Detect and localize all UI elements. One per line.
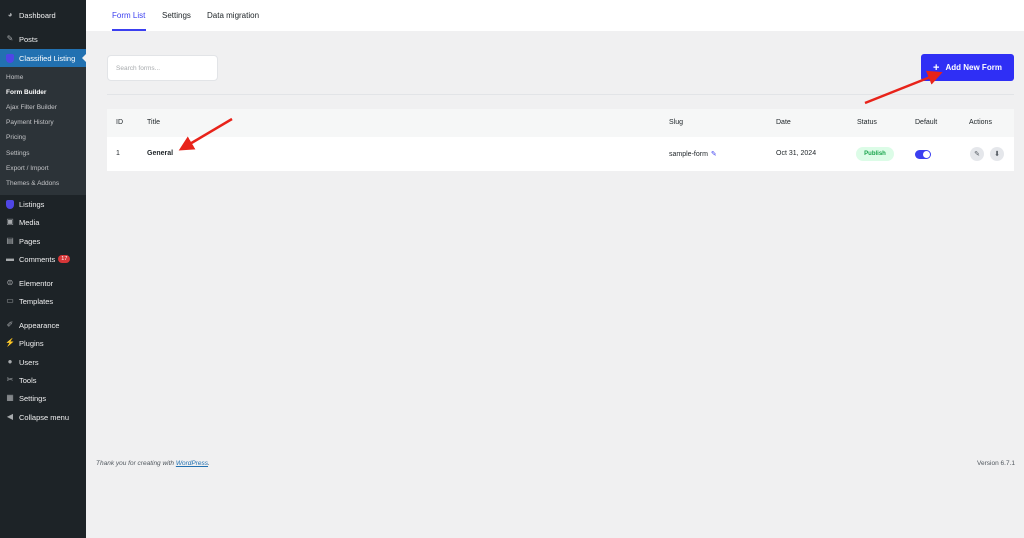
menu-plugins[interactable]: ⚡ Plugins <box>0 334 86 352</box>
user-icon: ● <box>7 357 13 366</box>
wordpress-link[interactable]: WordPress <box>176 460 208 467</box>
menu-label: Plugins <box>19 338 44 348</box>
menu-comments[interactable]: ▬ Comments 17 <box>0 250 86 268</box>
menu-posts[interactable]: ✎ Posts <box>0 30 86 48</box>
toggle-knob <box>923 151 930 158</box>
row-slug: sample-form ✎ <box>669 150 717 158</box>
submenu-settings[interactable]: Settings <box>6 150 30 157</box>
shield-icon <box>5 53 15 63</box>
menu-tools[interactable]: ✂ Tools <box>0 371 86 389</box>
menu-label: Pages <box>19 236 41 246</box>
menu-label: Templates <box>19 296 54 306</box>
submenu-ajax-filter-builder[interactable]: Ajax Filter Builder <box>6 104 57 111</box>
menu-label: Comments <box>19 254 56 264</box>
table-row: 1 General sample-form ✎ Oct 31, 2024 Publ… <box>107 137 1014 171</box>
footer-thanks-prefix: Thank you for creating with <box>96 460 176 467</box>
col-slug: Slug <box>669 119 684 126</box>
menu-label: Dashboard <box>19 10 56 20</box>
plugin-icon: ⚡ <box>5 338 15 347</box>
row-title-link[interactable]: General <box>147 150 173 157</box>
menu-dashboard[interactable]: ◕ Dashboard <box>0 6 86 24</box>
submenu-pricing[interactable]: Pricing <box>6 134 26 141</box>
admin-sidebar: ◕ Dashboard ✎ Posts Classified Listing H… <box>0 0 86 538</box>
menu-classified-listing[interactable]: Classified Listing <box>0 49 86 67</box>
menu-pages[interactable]: ▤ Pages <box>0 232 86 250</box>
edit-slug-icon[interactable]: ✎ <box>711 151 717 158</box>
footer-version: Version 6.7.1 <box>977 460 1015 467</box>
divider <box>107 94 1014 95</box>
tab-form-list[interactable]: Form List <box>112 11 145 20</box>
menu-label: Media <box>19 217 40 227</box>
footer-thanks-suffix: . <box>208 460 210 467</box>
active-tab-indicator <box>112 29 146 31</box>
brush-icon: ✐ <box>6 320 14 329</box>
submenu-export-import[interactable]: Export / Import <box>6 165 49 172</box>
col-default: Default <box>915 119 938 126</box>
status-badge: Publish <box>856 147 894 161</box>
menu-label: Settings <box>19 393 47 403</box>
edit-form-icon[interactable]: ✎ <box>970 147 984 161</box>
menu-label: Appearance <box>19 320 60 330</box>
collapse-icon: ◀ <box>6 412 14 421</box>
menu-elementor[interactable]: ⊜ Elementor <box>0 274 86 292</box>
row-id: 1 <box>116 150 120 157</box>
submenu-home[interactable]: Home <box>6 74 23 81</box>
pages-icon: ▤ <box>6 236 14 245</box>
shield-icon <box>5 199 15 209</box>
table-header: ID Title Slug Date Status Default Action… <box>107 109 1014 137</box>
menu-media[interactable]: ▣ Media <box>0 213 86 231</box>
menu-templates[interactable]: ▭ Templates <box>0 292 86 310</box>
tab-data-migration[interactable]: Data migration <box>207 11 259 20</box>
media-icon: ▣ <box>6 217 14 226</box>
submenu-form-builder[interactable]: Form Builder <box>6 89 46 96</box>
menu-label: Posts <box>19 34 38 44</box>
plus-icon: + <box>933 61 940 74</box>
menu-listings[interactable]: Listings <box>0 195 86 213</box>
elementor-icon: ⊜ <box>6 278 14 287</box>
col-date: Date <box>776 119 791 126</box>
folder-icon: ▭ <box>6 296 14 305</box>
add-new-form-button[interactable]: + Add New Form <box>921 54 1014 81</box>
submenu-payment-history[interactable]: Payment History <box>6 119 54 126</box>
comments-count-badge: 17 <box>58 255 71 263</box>
col-actions: Actions <box>969 119 992 126</box>
menu-users[interactable]: ● Users <box>0 353 86 371</box>
menu-collapse[interactable]: ◀ Collapse menu <box>0 408 86 426</box>
col-id: ID <box>116 119 123 126</box>
submenu-themes-addons[interactable]: Themes & Addons <box>6 180 59 187</box>
menu-settings[interactable]: ▦ Settings <box>0 389 86 407</box>
menu-label: Tools <box>19 375 37 385</box>
menu-label: Users <box>19 357 39 367</box>
default-toggle[interactable] <box>915 150 931 159</box>
forms-table: ID Title Slug Date Status Default Action… <box>107 109 1014 171</box>
classified-listing-submenu: Home Form Builder Ajax Filter Builder Pa… <box>0 67 86 195</box>
menu-label: Classified Listing <box>19 53 76 63</box>
tab-settings[interactable]: Settings <box>162 11 191 20</box>
menu-label: Listings <box>19 199 45 209</box>
dashboard-icon: ◕ <box>7 10 13 19</box>
add-new-form-label: Add New Form <box>945 63 1002 72</box>
row-slug-text: sample-form <box>669 151 708 158</box>
row-date: Oct 31, 2024 <box>776 150 817 157</box>
menu-appearance[interactable]: ✐ Appearance <box>0 316 86 334</box>
comment-icon: ▬ <box>6 254 14 263</box>
footer-thanks: Thank you for creating with WordPress. <box>96 460 210 467</box>
pin-icon: ✎ <box>6 34 14 43</box>
wrench-icon: ✂ <box>6 375 14 384</box>
search-forms-input[interactable] <box>107 55 218 81</box>
menu-label: Elementor <box>19 278 54 288</box>
settings-icon: ▦ <box>6 393 14 402</box>
col-title: Title <box>147 119 160 126</box>
menu-label: Collapse menu <box>19 412 70 422</box>
col-status: Status <box>857 119 877 126</box>
download-icon[interactable]: ⬇ <box>990 147 1004 161</box>
